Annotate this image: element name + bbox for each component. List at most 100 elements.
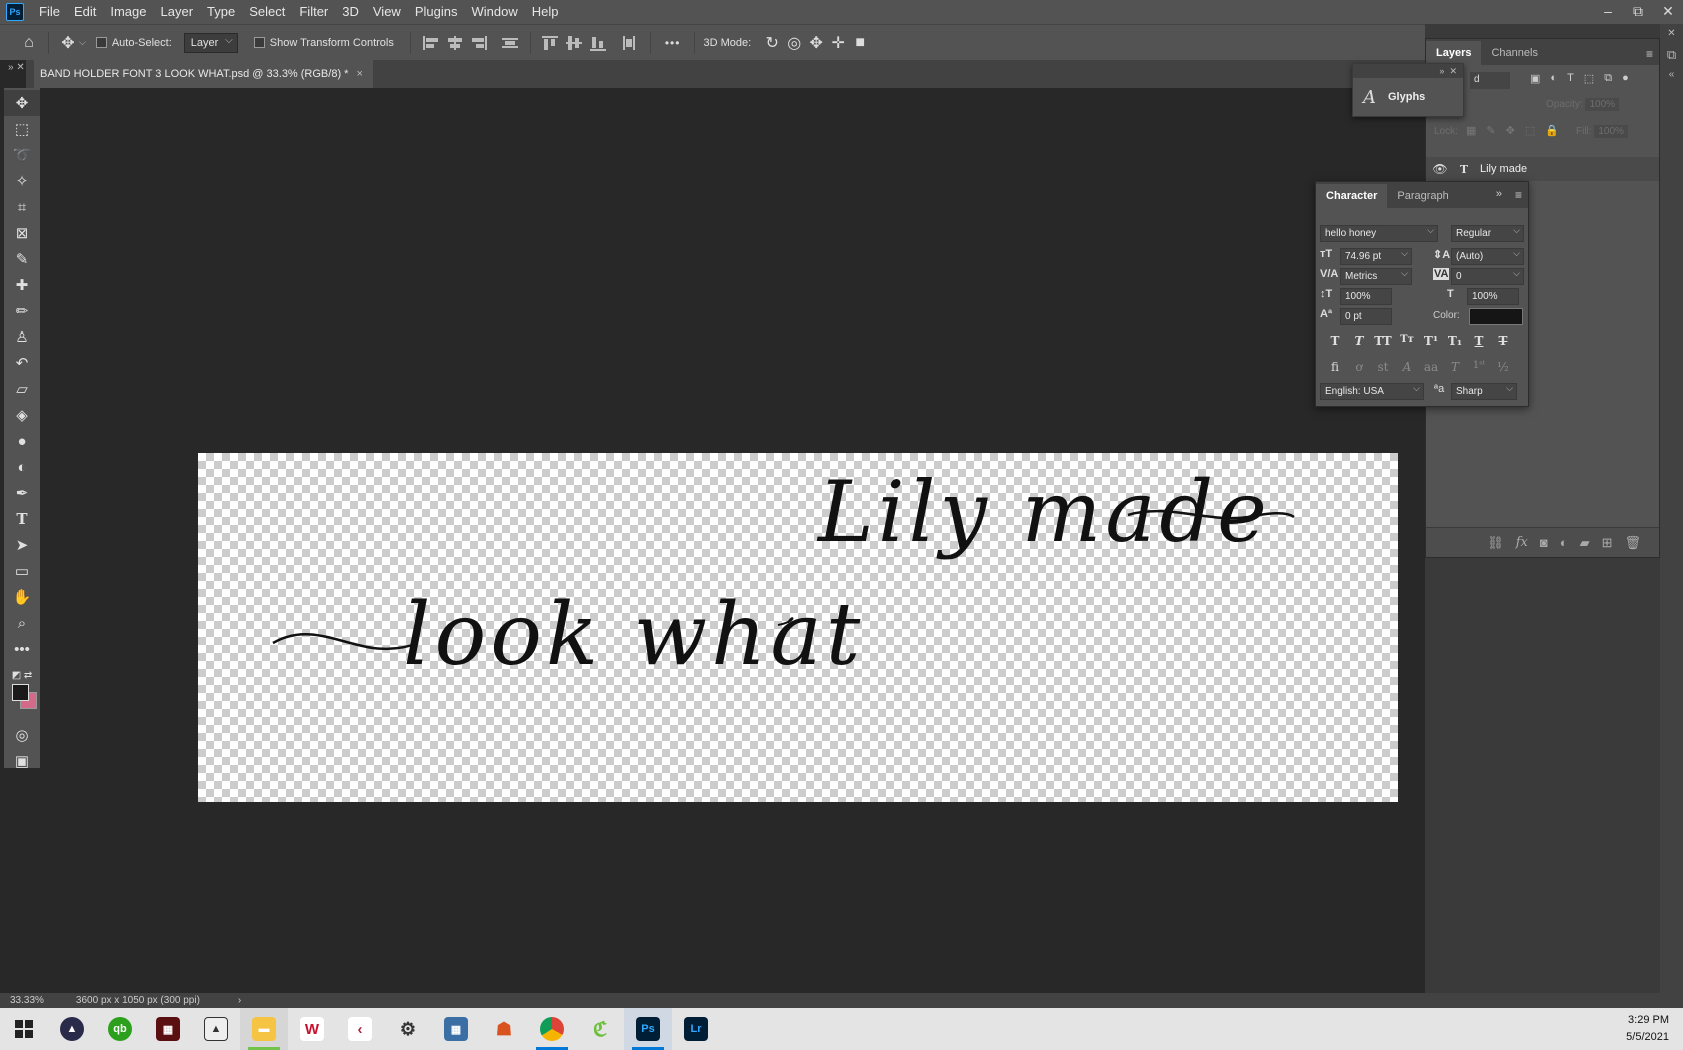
opacity-value[interactable]: 100% xyxy=(1585,98,1620,111)
delete-layer-icon[interactable]: 🗑 xyxy=(1624,535,1641,551)
menu-layer[interactable]: Layer xyxy=(154,0,201,24)
menu-type[interactable]: Type xyxy=(200,0,242,24)
faux-italic-button[interactable]: T xyxy=(1350,334,1368,348)
font-family-dropdown[interactable]: hello honey xyxy=(1320,225,1438,242)
zoom-level[interactable]: 33.33% xyxy=(10,995,44,1006)
system-clock[interactable]: 3:29 PM 5/5/2021 xyxy=(1626,1012,1669,1046)
distribute-vertical-icon[interactable] xyxy=(499,34,521,52)
lasso-tool-icon[interactable]: ➰ xyxy=(4,142,40,168)
layer-filter-dropdown[interactable]: d xyxy=(1470,72,1510,89)
vertical-scale-field[interactable]: 100% xyxy=(1340,288,1392,305)
antialias-dropdown[interactable]: Sharp xyxy=(1451,383,1517,400)
menu-plugins[interactable]: Plugins xyxy=(408,0,465,24)
small-caps-button[interactable]: Tᴛ xyxy=(1398,334,1416,348)
link-layers-icon[interactable]: ⛓ xyxy=(1487,535,1504,551)
tracking-field[interactable]: 0 xyxy=(1451,268,1524,285)
dodge-tool-icon[interactable]: ◐ xyxy=(4,454,40,480)
stylistic-alternates-button[interactable]: aa xyxy=(1422,360,1440,374)
quick-mask-icon[interactable]: ◎ xyxy=(4,722,40,748)
chevron-down-icon[interactable]: ⌵ xyxy=(79,37,86,48)
menu-edit[interactable]: Edit xyxy=(67,0,103,24)
horizontal-scale-field[interactable]: 100% xyxy=(1467,288,1519,305)
taskbar-app-quickbooks[interactable]: qb xyxy=(96,1008,144,1050)
taskbar-app-triangle[interactable]: ▲ xyxy=(48,1008,96,1050)
document-canvas[interactable]: Lily made look what xyxy=(198,453,1398,802)
subscript-button[interactable]: T₁ xyxy=(1446,334,1464,348)
lock-image-icon[interactable]: ✎ xyxy=(1486,124,1495,137)
lock-transparent-icon[interactable]: ▦ xyxy=(1466,124,1476,137)
glyphs-button[interactable]: A Glyphs xyxy=(1353,78,1463,116)
tab-channels[interactable]: Channels xyxy=(1481,41,1547,65)
filter-smart-object-icon[interactable]: ⧉ xyxy=(1604,72,1612,85)
auto-select-option[interactable]: Auto-Select: xyxy=(95,37,172,49)
status-menu-arrow[interactable]: › xyxy=(238,995,241,1006)
new-group-icon[interactable]: ▰ xyxy=(1580,535,1590,551)
rectangular-marquee-tool-icon[interactable]: ⬚ xyxy=(4,116,40,142)
show-transform-checkbox[interactable] xyxy=(253,37,265,48)
menu-3d[interactable]: 3D xyxy=(335,0,366,24)
taskbar-app-orange[interactable]: ☗ xyxy=(480,1008,528,1050)
distribute-horizontal-icon[interactable] xyxy=(619,34,641,52)
blur-tool-icon[interactable]: ● xyxy=(4,428,40,454)
scale-3d-camera-icon[interactable]: ■ xyxy=(849,34,871,52)
windows-start-button[interactable] xyxy=(0,1008,48,1050)
superscript-button[interactable]: T¹ xyxy=(1422,334,1440,348)
filter-adjustment-icon[interactable]: ◐ xyxy=(1550,72,1557,85)
glyphs-close-icon[interactable]: ✕ xyxy=(1449,66,1457,76)
restore-button[interactable]: ⧉ xyxy=(1623,0,1653,24)
frame-tool-icon[interactable]: ⊠ xyxy=(4,220,40,246)
font-style-dropdown[interactable]: Regular xyxy=(1451,225,1524,242)
tab-character[interactable]: Character xyxy=(1316,184,1388,208)
eyedropper-tool-icon[interactable]: ✎ xyxy=(4,246,40,272)
type-tool-icon[interactable]: T xyxy=(4,506,40,532)
orbit-3d-icon[interactable]: ↻ xyxy=(761,33,783,53)
kerning-dropdown[interactable]: Metrics xyxy=(1340,268,1412,285)
filter-type-icon[interactable]: T xyxy=(1567,72,1574,85)
taskbar-app-file-explorer[interactable]: ▬ xyxy=(240,1008,288,1050)
collapse-panels-icon[interactable]: ✕ xyxy=(1660,28,1683,39)
hand-tool-icon[interactable]: ✋ xyxy=(4,584,40,610)
close-document-icon[interactable]: × xyxy=(356,68,362,80)
baseline-shift-field[interactable]: 0 pt xyxy=(1340,308,1392,325)
taskbar-app-cricut[interactable]: ‹ xyxy=(336,1008,384,1050)
strikethrough-button[interactable]: T xyxy=(1494,334,1512,348)
close-window-button[interactable]: ✕ xyxy=(1653,0,1683,24)
taskbar-chrome[interactable] xyxy=(528,1008,576,1050)
filter-pixel-icon[interactable]: ▣ xyxy=(1530,72,1540,85)
lock-artboard-icon[interactable]: ⬚ xyxy=(1525,124,1535,137)
taskbar-photoshop[interactable]: Ps xyxy=(624,1008,672,1050)
opacity-control[interactable]: Opacity: 100% xyxy=(1546,98,1620,111)
fill-value[interactable]: 100% xyxy=(1594,125,1628,138)
more-options-button[interactable]: ••• xyxy=(665,36,681,50)
taskbar-app-silhouette[interactable]: ▲ xyxy=(192,1008,240,1050)
move-tool-icon[interactable]: ✥ xyxy=(4,90,40,116)
document-tab[interactable]: BAND HOLDER FONT 3 LOOK WHAT.psd @ 33.3%… xyxy=(34,60,373,88)
align-top-edges-icon[interactable] xyxy=(540,34,562,52)
layer-row[interactable]: 👁 T Lily made xyxy=(1426,157,1659,181)
align-horizontal-centers-icon[interactable] xyxy=(444,34,466,52)
menu-filter[interactable]: Filter xyxy=(292,0,335,24)
underline-button[interactable]: T xyxy=(1470,334,1488,348)
tab-paragraph[interactable]: Paragraph xyxy=(1387,184,1458,208)
menu-file[interactable]: File xyxy=(32,0,67,24)
lock-all-icon[interactable]: 🔒 xyxy=(1545,124,1559,137)
glyphs-collapse-icon[interactable]: » xyxy=(1439,66,1444,76)
fill-control[interactable]: Fill: 100% xyxy=(1576,125,1628,138)
text-color-swatch[interactable] xyxy=(1469,308,1523,325)
healing-brush-tool-icon[interactable]: ✚ xyxy=(4,272,40,298)
align-right-edges-icon[interactable] xyxy=(468,34,490,52)
auto-select-target-dropdown[interactable]: Layer xyxy=(183,32,238,53)
add-mask-icon[interactable]: ◙ xyxy=(1540,535,1548,550)
lock-position-icon[interactable]: ✥ xyxy=(1506,124,1515,137)
collapse-panel-icon[interactable]: » xyxy=(1496,188,1502,200)
fractions-button[interactable]: ½ xyxy=(1494,360,1512,374)
faux-bold-button[interactable]: T xyxy=(1326,334,1344,348)
layer-name[interactable]: Lily made xyxy=(1480,163,1527,175)
all-caps-button[interactable]: TT xyxy=(1374,334,1392,348)
taskbar-app-video[interactable]: ▦ xyxy=(144,1008,192,1050)
contextual-alternates-button[interactable]: st xyxy=(1374,360,1392,374)
align-bottom-edges-icon[interactable] xyxy=(588,34,610,52)
pen-tool-icon[interactable]: ✒ xyxy=(4,480,40,506)
zoom-tool-icon[interactable]: ⌕ xyxy=(4,610,40,636)
menu-image[interactable]: Image xyxy=(103,0,153,24)
